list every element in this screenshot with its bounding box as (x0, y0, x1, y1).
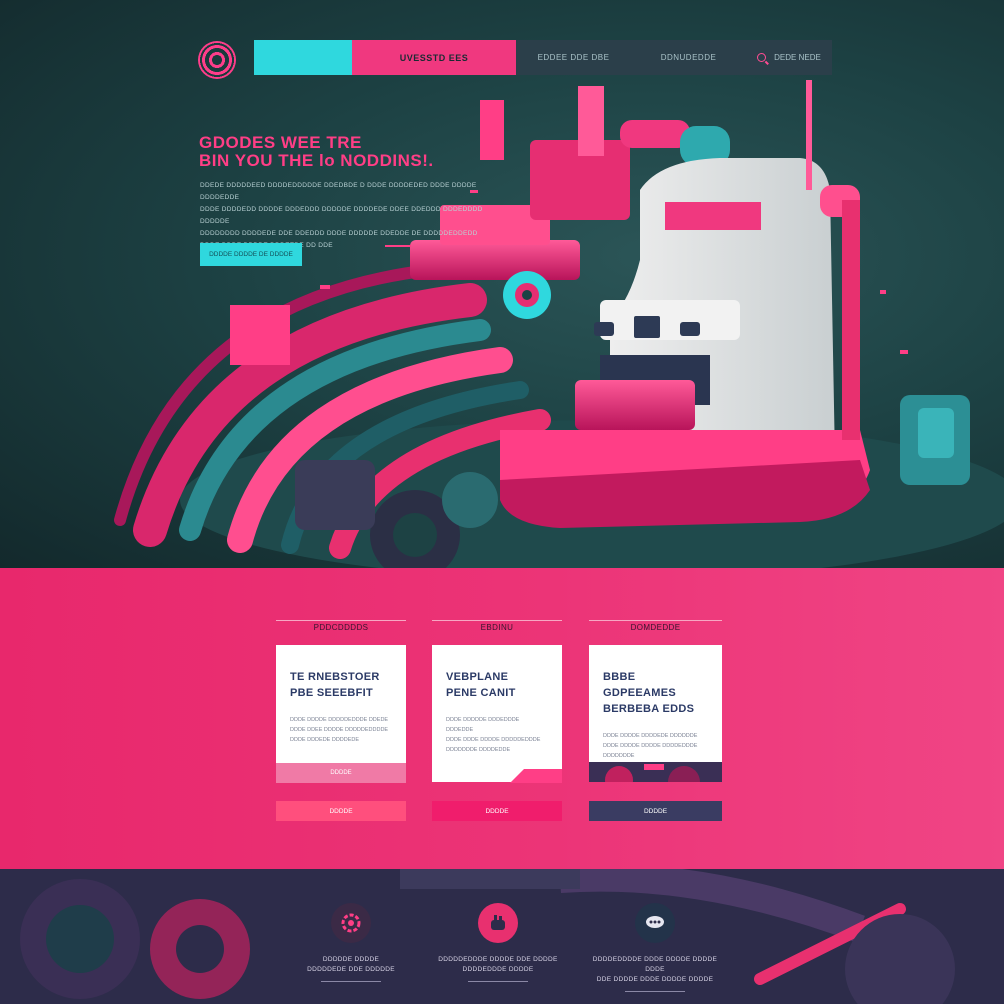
feature-text-line: DDDDEDDDDE DDDE DDDDE DDDDE DDDE (592, 956, 718, 973)
feature-text-line: DDDDDE DDDDE (322, 956, 380, 963)
card-text: DDDE DDDDE DDDDEDE DDDDDDE DDDE DDDDE DD… (603, 731, 708, 761)
feature-item: DDDDEDDDDE DDDE DDDDE DDDDE DDDE DDE DDD… (585, 903, 725, 992)
nav-primary-button[interactable]: UVESSTD EES (352, 40, 516, 75)
service-tag: PDDCDDDDS (276, 620, 406, 634)
card-title-line: BBBE GDPEEAMES (603, 671, 676, 699)
gear-icon (331, 903, 371, 943)
card-text-line: DDDDDDDE DDDDEDDE (446, 747, 511, 753)
features-section: DDDDDE DDDDE DDDDDEDE DDE DDDDDE DDDDDED… (0, 869, 1004, 1004)
feature-text: DDDDEDDDDE DDDE DDDDE DDDDE DDDE DDE DDD… (585, 955, 725, 985)
card-text-line: DDDDDDDE (603, 753, 635, 759)
card-corner-accent (510, 769, 562, 783)
card-title-line: PBE SEEEBFIT (290, 687, 374, 699)
card-text-line: DDDE DDDE DDDDE DDDDDEDDDE (446, 737, 541, 743)
card-image-strip (589, 762, 722, 782)
target-logo-icon[interactable] (198, 41, 236, 79)
card-text-line: DDDE DDDDE DDDDEDE DDDDDDE (603, 733, 698, 739)
card-title-line: VEBPLANE (446, 671, 509, 683)
card-text-line: DDDE DDDDDE DDDEDDDE DDDEDDE (446, 717, 520, 733)
feature-divider (625, 991, 685, 992)
hero-body-line: DDDE DDDDEDD DDDDE DDDEDDD DDDDDE DDDDED… (200, 206, 483, 225)
feature-item: DDDDDEDDDE DDDDE DDE DDDDE DDDDEDDDE DDD… (428, 903, 568, 982)
feature-text-line: DDE DDDDE DDDE DDDDE DDDDE (596, 976, 714, 983)
hero-title-line-1: GDODES WEE TRE (199, 133, 362, 152)
services-section: PDDCDDDDS EBDINU DOMDEDDE TE RNEBSTOER P… (0, 568, 1004, 869)
hero-description: DDEDE DDDDDEED DDDDEDDDDDE DDEDBDE D DDD… (200, 180, 500, 252)
card-text-line: DDDE DDDEDE DDDDEDE (290, 737, 360, 743)
service-button[interactable]: DDDDE (589, 801, 722, 821)
nav-link-1[interactable]: EDDEE DDE DBE (516, 40, 631, 75)
service-tag: EBDINU (432, 620, 562, 634)
feature-item: DDDDDE DDDDE DDDDDEDE DDE DDDDDE (281, 903, 421, 982)
feature-divider (468, 981, 528, 982)
chat-icon (635, 903, 675, 943)
card-text-line: DDDE DDDDE DDDDE DDDDEDDDE (603, 743, 698, 749)
feature-divider (321, 981, 381, 982)
service-button[interactable]: DDDDE (276, 801, 406, 821)
card-text-line: DDDE DDEE DDDDE DDDDDEDDDDE (290, 727, 389, 733)
hero-title-line-2: BIN YOU THE lo NODDINS!. (199, 151, 434, 170)
service-tag: DOMDEDDE (589, 620, 722, 634)
feature-text: DDDDDEDDDE DDDDE DDE DDDDE DDDDEDDDE DDD… (428, 955, 568, 975)
card-text: DDDE DDDDE DDDDDEDDDE DDEDE DDDE DDEE DD… (290, 715, 392, 745)
feature-text-line: DDDDDEDE DDE DDDDDE (307, 966, 395, 973)
feature-text: DDDDDE DDDDE DDDDDEDE DDE DDDDDE (281, 955, 421, 975)
hero-cta-button[interactable]: DDDDE DDDDE DE DDDDE (200, 243, 302, 266)
card-text-line: DDDE DDDDE DDDDDEDDDE DDEDE (290, 717, 389, 723)
card-footer: DDDDE (276, 763, 406, 783)
card-text: DDDE DDDDDE DDDEDDDE DDDEDDE DDDE DDDE D… (446, 715, 548, 755)
card-title-line: BERBEBA EDDS (603, 703, 695, 715)
feature-text-line: DDDDDEDDDE DDDDE DDE DDDDE (438, 956, 558, 963)
service-card[interactable]: VEBPLANE PENE CANIT DDDE DDDDDE DDDEDDDE… (432, 645, 562, 783)
hero-title: GDODES WEE TRE BIN YOU THE lo NODDINS!. (199, 134, 459, 170)
card-title: TE RNEBSTOER PBE SEEEBFIT (290, 669, 392, 701)
nav-search[interactable]: DEDE NEDE (746, 40, 832, 75)
search-icon[interactable] (757, 53, 767, 62)
card-title-line: TE RNEBSTOER (290, 671, 380, 683)
hand-icon (478, 903, 518, 943)
printing-machine-illustration (114, 80, 1004, 568)
hero-body-line: DDEDE DDDDDEED DDDDEDDDDDE DDEDBDE D DDD… (200, 182, 477, 201)
card-title: BBBE GDPEEAMES BERBEBA EDDS (603, 669, 708, 717)
hero-section: UVESSTD EES EDDEE DDE DBE DDNUDEDDE DEDE… (0, 0, 1004, 568)
feature-text-line: DDDDEDDDE DDDDE (462, 966, 534, 973)
nav-home-block[interactable] (254, 40, 352, 75)
nav-link-2[interactable]: DDNUDEDDE (631, 40, 746, 75)
card-title: VEBPLANE PENE CANIT (446, 669, 548, 701)
top-navbar: UVESSTD EES EDDEE DDE DBE DDNUDEDDE DEDE… (254, 40, 832, 75)
nav-search-label: DEDE NEDE (774, 53, 821, 62)
service-card[interactable]: TE RNEBSTOER PBE SEEEBFIT DDDE DDDDE DDD… (276, 645, 406, 783)
service-button[interactable]: DDDDE (432, 801, 562, 821)
card-title-line: PENE CANIT (446, 687, 516, 699)
hero-body-line: DDDDDDDD DDDDEDE DDE DDEDDD DDDE DDDDDE … (200, 230, 478, 237)
